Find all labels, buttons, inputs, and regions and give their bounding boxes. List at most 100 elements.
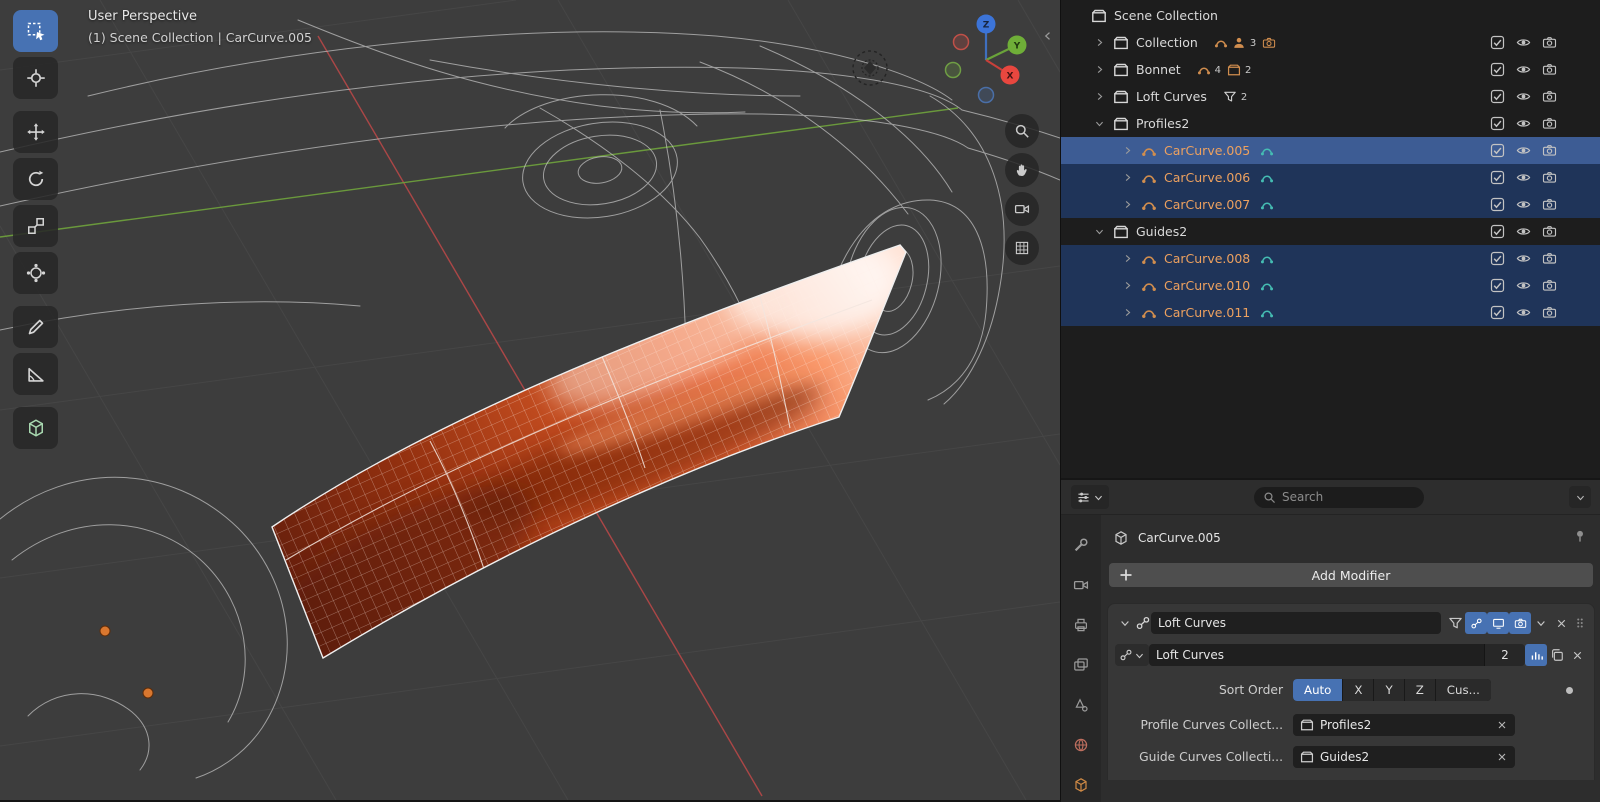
tool-select-box-button[interactable]: [13, 10, 58, 52]
outliner-row-collection[interactable]: Collection 3: [1061, 29, 1600, 56]
pin-icon[interactable]: [1573, 529, 1587, 543]
sort-option-z[interactable]: Z: [1404, 679, 1435, 701]
camera-restrict-icon[interactable]: [1542, 143, 1557, 158]
guide-collection-field[interactable]: Guides2: [1293, 746, 1515, 768]
node-group-name-field[interactable]: Loft Curves: [1149, 644, 1484, 666]
eye-icon[interactable]: [1516, 305, 1531, 320]
tab-view-layer[interactable]: [1068, 655, 1094, 675]
tool-scale-button[interactable]: [13, 205, 58, 247]
viewport-display-toggle[interactable]: [1487, 612, 1509, 634]
modifier-extras-dropdown[interactable]: [1531, 612, 1551, 634]
eye-icon[interactable]: [1516, 35, 1531, 50]
outliner-row-carcurve-008[interactable]: CarCurve.008: [1061, 245, 1600, 272]
clear-profile-button[interactable]: [1496, 719, 1508, 731]
checkbox-icon[interactable]: [1490, 62, 1505, 77]
node-group-browse-button[interactable]: [1115, 644, 1149, 666]
tab-world[interactable]: [1068, 735, 1094, 755]
tab-tool[interactable]: [1068, 535, 1094, 555]
modifier-name-field[interactable]: Loft Curves: [1151, 612, 1441, 634]
outliner-row-bonnet[interactable]: Bonnet 4 2: [1061, 56, 1600, 83]
eye-icon[interactable]: [1516, 278, 1531, 293]
outliner-row-carcurve-005[interactable]: CarCurve.005: [1061, 137, 1600, 164]
tool-transform-button[interactable]: [13, 252, 58, 294]
camera-restrict-icon[interactable]: [1542, 197, 1557, 212]
drag-grip-icon[interactable]: [1573, 616, 1587, 630]
chevron-right-icon[interactable]: [1117, 199, 1137, 210]
checkbox-icon[interactable]: [1490, 143, 1505, 158]
camera-restrict-icon[interactable]: [1542, 224, 1557, 239]
eye-icon[interactable]: [1516, 62, 1531, 77]
checkbox-icon[interactable]: [1490, 251, 1505, 266]
outliner-row-carcurve-011[interactable]: CarCurve.011: [1061, 299, 1600, 326]
camera-restrict-icon[interactable]: [1542, 35, 1557, 50]
editor-type-button[interactable]: [1071, 485, 1109, 509]
tool-rotate-button[interactable]: [13, 158, 58, 200]
eye-icon[interactable]: [1516, 143, 1531, 158]
zoom-button[interactable]: [1005, 114, 1039, 148]
ortho-toggle-button[interactable]: [1005, 231, 1039, 265]
delete-modifier-button[interactable]: [1551, 612, 1571, 634]
chevron-right-icon[interactable]: [1117, 172, 1137, 183]
animate-property-dot[interactable]: [1566, 686, 1573, 694]
fake-user-toggle[interactable]: [1525, 644, 1547, 666]
chevron-right-icon[interactable]: [1117, 253, 1137, 264]
search-input[interactable]: Search: [1254, 486, 1424, 508]
camera-restrict-icon[interactable]: [1542, 89, 1557, 104]
axis-minus-x-ball[interactable]: [952, 33, 970, 51]
expand-chevron[interactable]: [1115, 612, 1135, 634]
tool-add-cube-button[interactable]: [13, 407, 58, 449]
checkbox-icon[interactable]: [1490, 116, 1505, 131]
navigation-gizmo[interactable]: Z Y X: [938, 10, 1038, 110]
tool-move-button[interactable]: [13, 111, 58, 153]
profile-collection-field[interactable]: Profiles2: [1293, 714, 1515, 736]
chevron-right-icon[interactable]: [1089, 64, 1109, 75]
users-count-chip[interactable]: 2: [1484, 644, 1525, 666]
pan-button[interactable]: [1005, 153, 1039, 187]
checkbox-icon[interactable]: [1490, 305, 1505, 320]
duplicate-data-button[interactable]: [1547, 644, 1567, 666]
outliner-row-guides2[interactable]: Guides2: [1061, 218, 1600, 245]
outliner-row-scene-collection[interactable]: Scene Collection: [1061, 2, 1600, 29]
outliner-row-carcurve-010[interactable]: CarCurve.010: [1061, 272, 1600, 299]
tool-annotate-button[interactable]: [13, 306, 58, 348]
eye-icon[interactable]: [1516, 89, 1531, 104]
eye-icon[interactable]: [1516, 170, 1531, 185]
camera-restrict-icon[interactable]: [1542, 278, 1557, 293]
funnel-toggle[interactable]: [1445, 612, 1465, 634]
chevron-down-icon[interactable]: [1089, 226, 1109, 237]
tool-measure-button[interactable]: [13, 353, 58, 395]
chevron-right-icon[interactable]: [1089, 91, 1109, 102]
outliner-row-carcurve-007[interactable]: CarCurve.007: [1061, 191, 1600, 218]
tab-output[interactable]: [1068, 615, 1094, 635]
eye-icon[interactable]: [1516, 197, 1531, 212]
camera-view-button[interactable]: [1005, 192, 1039, 226]
camera-restrict-icon[interactable]: [1542, 305, 1557, 320]
camera-restrict-icon[interactable]: [1542, 251, 1557, 266]
checkbox-icon[interactable]: [1490, 197, 1505, 212]
unlink-data-button[interactable]: [1567, 644, 1587, 666]
eye-icon[interactable]: [1516, 251, 1531, 266]
checkbox-icon[interactable]: [1490, 170, 1505, 185]
chevron-right-icon[interactable]: [1089, 37, 1109, 48]
edit-mode-display-toggle[interactable]: [1465, 612, 1487, 634]
chevron-down-icon[interactable]: [1089, 118, 1109, 129]
add-modifier-button[interactable]: Add Modifier: [1109, 563, 1593, 587]
tab-object[interactable]: [1068, 775, 1094, 795]
sort-option-auto[interactable]: Auto: [1293, 679, 1343, 701]
clear-guide-button[interactable]: [1496, 751, 1508, 763]
camera-restrict-icon[interactable]: [1542, 116, 1557, 131]
sort-option-custom[interactable]: Cus...: [1435, 679, 1491, 701]
filter-dropdown-button[interactable]: [1569, 486, 1591, 508]
checkbox-icon[interactable]: [1490, 89, 1505, 104]
camera-restrict-icon[interactable]: [1542, 62, 1557, 77]
chevron-right-icon[interactable]: [1117, 280, 1137, 291]
outliner-row-loft-curves[interactable]: Loft Curves 2: [1061, 83, 1600, 110]
checkbox-icon[interactable]: [1490, 224, 1505, 239]
tool-cursor-button[interactable]: [13, 57, 58, 99]
camera-restrict-icon[interactable]: [1542, 170, 1557, 185]
checkbox-icon[interactable]: [1490, 35, 1505, 50]
checkbox-icon[interactable]: [1490, 278, 1505, 293]
sort-option-y[interactable]: Y: [1374, 679, 1404, 701]
render-display-toggle[interactable]: [1509, 612, 1531, 634]
chevron-right-icon[interactable]: [1117, 307, 1137, 318]
